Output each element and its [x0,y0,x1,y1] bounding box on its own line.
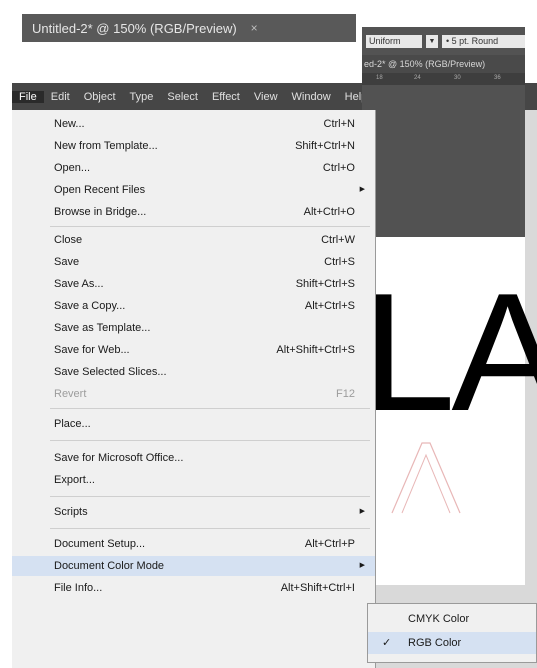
artwork-letters: LA [362,258,537,446]
menu-item-new-from-template[interactable]: New from Template... Shift+Ctrl+N [12,136,375,156]
menu-window[interactable]: Window [285,91,338,103]
menu-item-open-recent[interactable]: Open Recent Files ▶ [12,180,375,200]
submenu-arrow-icon: ▶ [359,562,365,569]
menu-item-document-setup[interactable]: Document Setup... Alt+Ctrl+P [12,534,375,554]
menu-item-save-office[interactable]: Save for Microsoft Office... [12,448,375,468]
color-mode-submenu: CMYK Color ✓ RGB Color [367,603,537,663]
menu-item-save-copy[interactable]: Save a Copy... Alt+Ctrl+S [12,296,375,316]
menu-separator [50,226,370,227]
menu-item-document-color-mode[interactable]: Document Color Mode ▶ [12,556,375,576]
canvas-document-tab[interactable]: ed-2* @ 150% (RGB/Preview) [362,55,525,73]
menu-view[interactable]: View [247,91,285,103]
submenu-arrow-icon: ▶ [359,186,365,193]
menu-item-scripts[interactable]: Scripts ▶ [12,502,375,522]
horizontal-ruler: 18 24 30 36 [362,73,525,85]
menu-separator [50,440,370,441]
menu-separator [50,496,370,497]
menu-item-save-as[interactable]: Save As... Shift+Ctrl+S [12,274,375,294]
submenu-item-cmyk[interactable]: CMYK Color [368,608,536,630]
document-tab-title: Untitled-2* @ 150% (RGB/Preview) [32,20,237,36]
canvas-area[interactable] [362,85,525,260]
stroke-profile-select[interactable]: Uniform [366,35,422,48]
outline-glyph-icon [391,442,461,514]
menu-item-export[interactable]: Export... [12,470,375,490]
menu-item-file-info[interactable]: File Info... Alt+Shift+Ctrl+I [12,578,375,598]
menu-item-browse-bridge[interactable]: Browse in Bridge... Alt+Ctrl+O [12,202,375,222]
menu-item-save-slices[interactable]: Save Selected Slices... [12,362,375,382]
submenu-item-rgb[interactable]: ✓ RGB Color [368,632,536,654]
ruler-tick: 18 [376,75,383,81]
check-icon: ✓ [382,637,392,649]
menu-object[interactable]: Object [77,91,123,103]
menu-item-open[interactable]: Open... Ctrl+O [12,158,375,178]
menu-edit[interactable]: Edit [44,91,77,103]
menu-file[interactable]: File [12,90,44,103]
menu-type[interactable]: Type [123,91,161,103]
brush-label: 5 pt. Round [451,36,499,46]
menu-item-place[interactable]: Place... [12,414,375,434]
close-icon[interactable]: × [251,21,258,35]
ruler-tick: 30 [454,75,461,81]
ruler-tick: 36 [494,75,501,81]
menu-separator [50,528,370,529]
document-tab[interactable]: Untitled-2* @ 150% (RGB/Preview) × [22,14,356,42]
menu-item-revert: Revert F12 [54,388,355,400]
file-menu: New... Ctrl+N New from Template... Shift+C… [12,110,376,668]
menu-item-save-web[interactable]: Save for Web... Alt+Shift+Ctrl+S [12,340,375,360]
menu-item-save[interactable]: Save Ctrl+S [12,252,375,272]
control-bar: Uniform ▼ • 5 pt. Round [362,27,525,55]
chevron-down-icon[interactable]: ▼ [426,35,438,48]
menu-item-close[interactable]: Close Ctrl+W [12,230,375,250]
submenu-arrow-icon: ▶ [359,508,365,515]
menu-select[interactable]: Select [160,91,205,103]
menu-effect[interactable]: Effect [205,91,247,103]
brush-definition-select[interactable]: • 5 pt. Round [442,35,525,48]
menu-item-new[interactable]: New... Ctrl+N [12,114,375,134]
menu-item-save-template[interactable]: Save as Template... [12,318,375,338]
ruler-tick: 24 [414,75,421,81]
menu-separator [50,408,370,409]
